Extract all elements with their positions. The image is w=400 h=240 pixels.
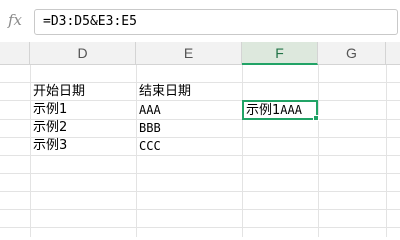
selected-cell-value-latin: AAA [280, 103, 302, 117]
selected-cell-value-cjk: 示例1 [246, 103, 281, 118]
column-header-f[interactable]: F [242, 42, 318, 65]
cell-e5[interactable]: CCC [137, 137, 161, 155]
cell-d3[interactable]: 示例1 [31, 101, 67, 119]
spreadsheet-app: fx =D3:D5&E3:E5 D E F G 开始日期 结束日期 示例1 AA… [0, 0, 400, 237]
column-header-row: D E F G [0, 42, 400, 65]
cell-e4[interactable]: BBB [137, 119, 161, 137]
column-header-c[interactable] [0, 42, 30, 64]
row-divider [0, 155, 400, 156]
cell-d5[interactable]: 示例3 [31, 137, 67, 155]
row-divider [0, 173, 400, 174]
column-header-e[interactable]: E [136, 42, 242, 64]
selected-cell-f3[interactable]: 示例1AAA [242, 100, 318, 120]
row-divider [0, 209, 400, 210]
row-divider [0, 227, 400, 228]
cell-e3[interactable]: AAA [137, 101, 161, 119]
formula-input[interactable]: =D3:D5&E3:E5 [34, 9, 398, 35]
fx-icon[interactable]: fx [8, 10, 28, 30]
column-divider [318, 65, 319, 237]
fill-handle[interactable] [313, 115, 319, 121]
formula-bar: fx =D3:D5&E3:E5 [0, 0, 400, 40]
cell-grid[interactable]: 开始日期 结束日期 示例1 AAA 示例2 BBB 示例3 CCC 示例1AAA [0, 65, 400, 237]
cell-d2[interactable]: 开始日期 [31, 83, 85, 101]
column-divider [386, 65, 387, 237]
column-header-h[interactable] [386, 42, 400, 64]
row-divider [0, 191, 400, 192]
column-header-d[interactable]: D [30, 42, 136, 64]
cell-d4[interactable]: 示例2 [31, 119, 67, 137]
column-header-g[interactable]: G [318, 42, 386, 64]
cell-e2[interactable]: 结束日期 [137, 83, 191, 101]
column-divider [242, 65, 243, 237]
